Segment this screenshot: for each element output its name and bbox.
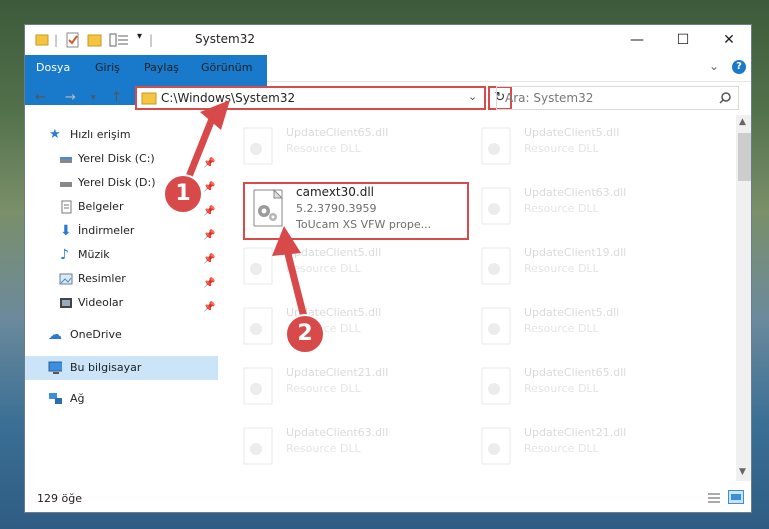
arrow-1-shaft (182, 112, 218, 186)
step-marker-2: 2 (285, 314, 325, 354)
annotation-arrows (182, 100, 310, 326)
step-marker-1: 1 (163, 174, 203, 214)
arrow-2-head (272, 226, 301, 256)
arrow-1-head (200, 100, 230, 130)
